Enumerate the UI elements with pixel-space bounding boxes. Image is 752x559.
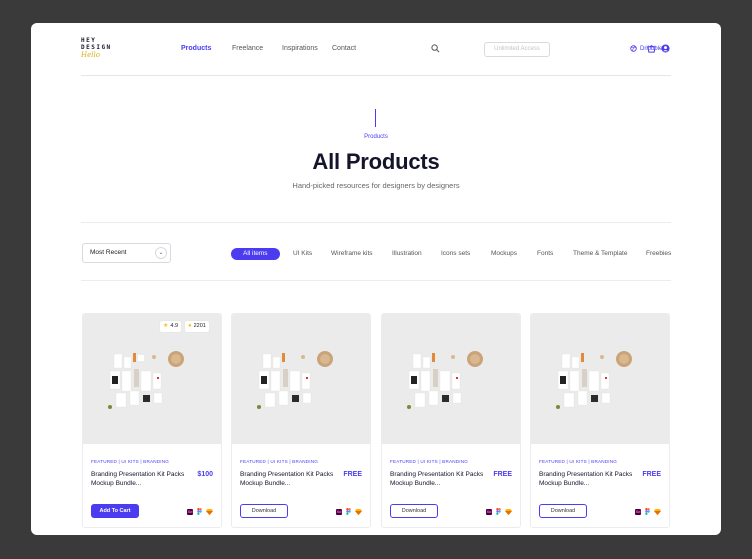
product-card[interactable]: FEATURED | UI KITS | BRANDING Branding P…	[381, 313, 521, 528]
page-subtitle: Hand-picked resources for designers by d…	[292, 181, 460, 190]
rating-value: 4.9	[170, 323, 179, 329]
adobe-xd-icon: Xd	[635, 508, 641, 515]
site-header: HEY DESIGN Hello Products Freelance Insp…	[81, 23, 671, 76]
sort-value: Most Recent	[90, 249, 127, 256]
downloads-badge: ● 2201	[185, 321, 209, 332]
branding-mockup-illustration	[407, 351, 483, 409]
filter-chip-icons-sets[interactable]: Icons sets	[441, 248, 470, 260]
download-button[interactable]: Download	[240, 504, 288, 518]
sketch-icon	[206, 508, 213, 515]
product-title[interactable]: Branding Presentation Kit Packs Mockup B…	[91, 470, 189, 488]
figma-icon	[496, 508, 501, 515]
filter-chip-ui-kits[interactable]: UI Kits	[293, 248, 312, 260]
filter-chip-theme-template[interactable]: Theme & Template	[573, 248, 627, 260]
product-price: FREE	[343, 471, 362, 478]
product-price: FREE	[493, 471, 512, 478]
nav-freelance[interactable]: Freelance	[232, 45, 263, 52]
logo-line-2: DESIGN	[81, 44, 112, 51]
cart-icon[interactable]	[647, 44, 656, 53]
product-tags: FEATURED | UI KITS | BRANDING	[539, 459, 618, 464]
product-tags: FEATURED | UI KITS | BRANDING	[91, 459, 170, 464]
rating-badge: ★ 4.9	[160, 321, 182, 332]
adobe-xd-icon: Xd	[336, 508, 342, 515]
branding-mockup-illustration	[108, 351, 184, 409]
download-count-icon: ●	[188, 323, 192, 329]
page-title: All Products	[312, 149, 440, 174]
product-image[interactable]: ★ 4.9 ● 2201	[83, 314, 221, 444]
product-title[interactable]: Branding Presentation Kit Packs Mockup B…	[240, 470, 338, 488]
logo-line-3: Hello	[81, 51, 100, 59]
product-price: FREE	[642, 471, 661, 478]
figma-icon	[197, 508, 202, 515]
filter-chip-mockups[interactable]: Mockups	[491, 248, 517, 260]
add-to-cart-button[interactable]: Add To Cart	[91, 504, 139, 518]
product-image[interactable]	[382, 314, 520, 444]
app-support-icons: Xd	[486, 508, 512, 515]
product-image[interactable]	[232, 314, 370, 444]
figma-icon	[346, 508, 351, 515]
nav-inspirations[interactable]: Inspirations	[282, 45, 318, 52]
product-tags: FEATURED | UI KITS | BRANDING	[390, 459, 469, 464]
sketch-icon	[654, 508, 661, 515]
adobe-xd-icon: Xd	[187, 508, 193, 515]
hero-accent-line	[375, 109, 376, 127]
product-card[interactable]: FEATURED | UI KITS | BRANDING Branding P…	[530, 313, 670, 528]
sketch-icon	[505, 508, 512, 515]
star-icon: ★	[163, 323, 169, 329]
divider	[81, 280, 671, 281]
figma-icon	[645, 508, 650, 515]
filter-chip-freebies[interactable]: Freebies	[646, 248, 671, 260]
product-tags: FEATURED | UI KITS | BRANDING	[240, 459, 319, 464]
filter-chip-illustration[interactable]: Illustration	[392, 248, 422, 260]
browser-frame: HEY DESIGN Hello Products Freelance Insp…	[31, 23, 721, 535]
downloads-value: 2201	[193, 323, 206, 329]
product-price: $100	[197, 471, 213, 478]
app-support-icons: Xd	[187, 508, 213, 515]
product-card[interactable]: ★ 4.9 ● 2201 FEATURED | UI KITS | BRANDI…	[82, 313, 222, 528]
download-button[interactable]: Download	[390, 504, 438, 518]
branding-mockup-illustration	[257, 351, 333, 409]
nav-products[interactable]: Products	[181, 45, 211, 52]
nav-contact[interactable]: Contact	[332, 45, 356, 52]
sort-dropdown[interactable]: Most Recent ⌄	[82, 243, 171, 263]
download-button[interactable]: Download	[539, 504, 587, 518]
search-icon[interactable]	[431, 44, 440, 53]
hero-eyebrow: Products	[364, 134, 388, 140]
filter-chip-all-items[interactable]: All items	[231, 248, 280, 260]
adobe-xd-icon: Xd	[486, 508, 492, 515]
filter-chip-wireframe-kits[interactable]: Wireframe kits	[331, 248, 373, 260]
product-image[interactable]	[531, 314, 669, 444]
divider	[81, 222, 671, 223]
filter-chip-fonts[interactable]: Fonts	[537, 248, 553, 260]
logo-line-1: HEY	[81, 37, 97, 44]
app-support-icons: Xd	[336, 508, 362, 515]
sketch-icon	[355, 508, 362, 515]
product-title[interactable]: Branding Presentation Kit Packs Mockup B…	[539, 470, 637, 488]
branding-mockup-illustration	[556, 351, 632, 409]
chevron-down-icon: ⌄	[155, 247, 167, 259]
unlimited-access-button[interactable]: Unlimited Access	[484, 42, 550, 57]
user-account-icon[interactable]	[661, 44, 670, 53]
dribbble-icon	[630, 45, 637, 52]
app-support-icons: Xd	[635, 508, 661, 515]
product-card[interactable]: FEATURED | UI KITS | BRANDING Branding P…	[231, 313, 371, 528]
site-logo[interactable]: HEY DESIGN Hello	[81, 37, 127, 63]
product-title[interactable]: Branding Presentation Kit Packs Mockup B…	[390, 470, 488, 488]
